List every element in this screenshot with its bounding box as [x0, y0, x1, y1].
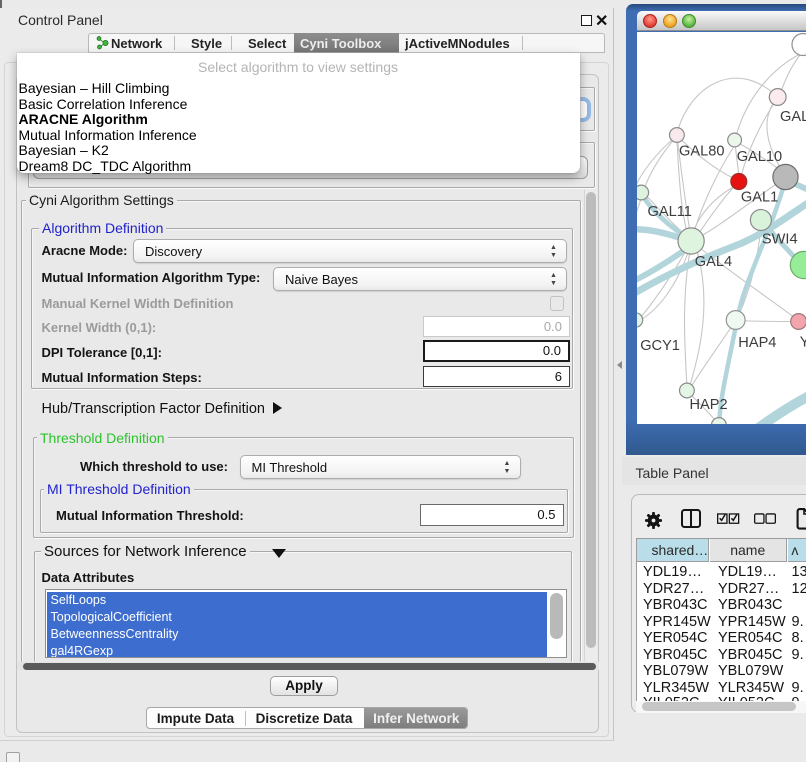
svg-text:GAL11: GAL11: [648, 204, 692, 220]
svg-text:GAL4: GAL4: [695, 254, 732, 270]
svg-text:GCY1: GCY1: [640, 338, 680, 354]
svg-text:HAP4: HAP4: [738, 335, 776, 351]
svg-text:Y: Y: [800, 334, 806, 350]
svg-text:GAL10: GAL10: [737, 149, 782, 165]
svg-text:GAL1: GAL1: [741, 189, 778, 205]
svg-text:GAL80: GAL80: [679, 143, 724, 159]
svg-text:HAP2: HAP2: [690, 397, 728, 413]
svg-text:SWI4: SWI4: [762, 231, 798, 247]
svg-text:GAL7: GAL7: [780, 109, 806, 125]
